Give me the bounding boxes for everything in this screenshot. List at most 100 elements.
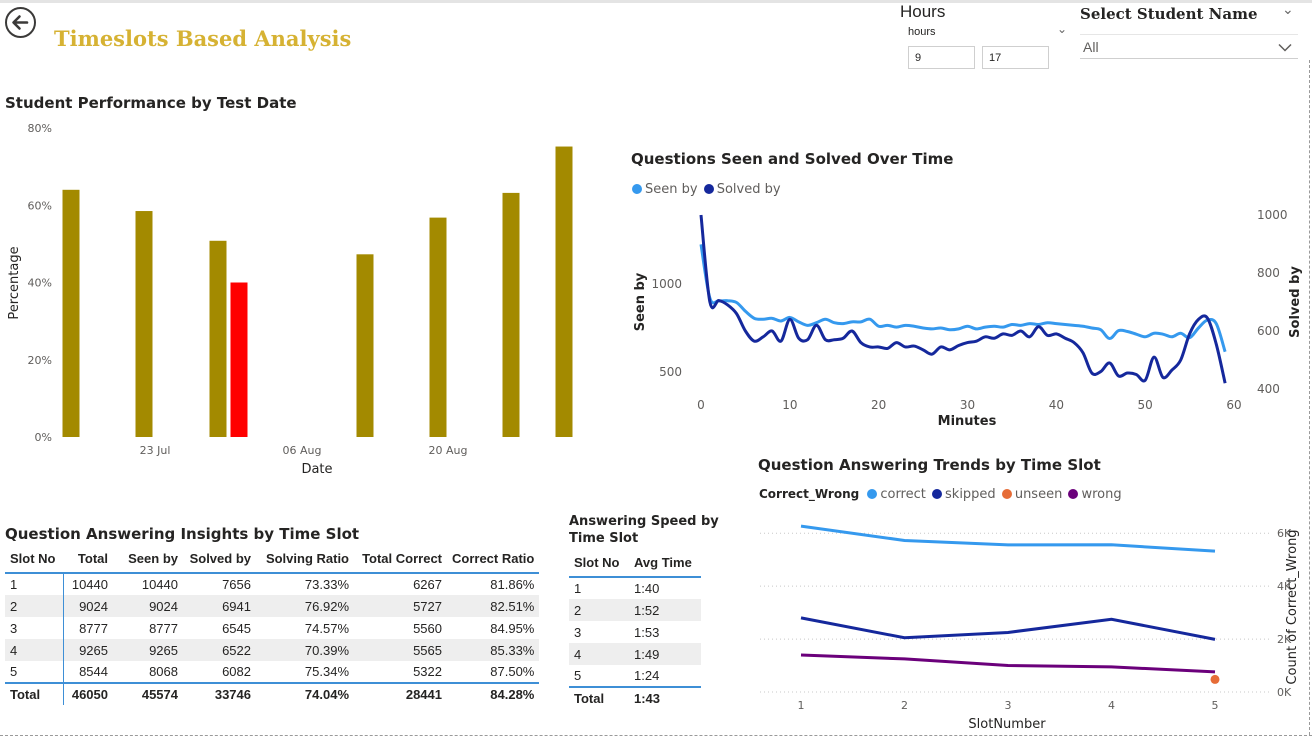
column-header[interactable]: Correct Ratio — [447, 545, 540, 574]
table-row[interactable]: 4 1:49 — [569, 643, 701, 665]
legend-item-seen[interactable]: Seen by — [632, 182, 698, 197]
left-tick-label: 1000 — [651, 277, 682, 291]
x-tick-label: 2 — [901, 699, 908, 712]
table-row[interactable]: 2 1:52 — [569, 599, 701, 621]
trend-legend: Correct_Wrong correct skipped unseen wro… — [759, 487, 1122, 502]
table-row[interactable]: 1 1:40 — [569, 577, 701, 599]
table-row[interactable]: 4 9265 9265 6522 70.39% 5565 85.33% — [5, 639, 540, 661]
legend-item-wrong[interactable]: wrong — [1066, 487, 1122, 502]
table-cell: 1:24 — [634, 668, 660, 683]
legend-item-correct[interactable]: correct — [863, 487, 926, 502]
table-cell: 1:40 — [634, 581, 660, 596]
series-line — [800, 653, 1216, 674]
table-cell: 10440 — [141, 577, 178, 592]
seen-solved-chart-title: Questions Seen and Solved Over Time — [631, 150, 954, 168]
x-axis-title: Date — [301, 462, 332, 477]
column-header[interactable]: Total Correct — [354, 545, 447, 574]
legend-item-solved[interactable]: Solved by — [702, 182, 781, 197]
right-frame-border — [1309, 60, 1310, 735]
bar — [62, 189, 80, 437]
table-row[interactable]: 1 10440 10440 7656 73.33% 6267 81.86% — [5, 573, 539, 595]
column-header[interactable]: Slot No — [5, 545, 63, 574]
table-cell: 1:49 — [629, 643, 701, 665]
x-tick-label: 4 — [1108, 699, 1115, 712]
x-tick-label: 06 Aug — [283, 444, 322, 457]
seen-solved-legend: Seen by Solved by — [632, 182, 781, 197]
bar — [429, 217, 447, 437]
table-cell: 9024 — [63, 595, 113, 617]
student-name-select[interactable]: All — [1080, 34, 1298, 59]
table-total-row: Total 1:43 — [569, 686, 701, 709]
table-cell: 8068 — [149, 664, 178, 679]
insights-table: Slot No Total Seen by Solved by Solving … — [5, 545, 540, 705]
table-cell: 1:52 — [629, 599, 701, 621]
left-tick-label: 500 — [659, 365, 682, 379]
x-tick-label: 20 — [871, 398, 886, 412]
right-axis-title: Solved by — [1288, 266, 1303, 338]
performance-bar-chart: 0% 20% 40% 60% 80% 23 Jul 06 Aug 20 Aug Date Perc… — [7, 122, 573, 477]
column-header[interactable]: Slot No — [569, 549, 629, 578]
table-cell: 8777 — [149, 620, 178, 636]
table-cell: 82.51% — [447, 595, 540, 617]
table-row[interactable]: 5 1:24 — [569, 665, 701, 687]
back-arrow-icon[interactable] — [5, 7, 36, 38]
y-tick-label: 0% — [35, 431, 52, 444]
table-cell: 6941 — [183, 595, 256, 617]
hours-min-input[interactable]: 9 — [908, 46, 975, 69]
table-cell: 5727 — [354, 595, 447, 617]
right-tick-label: 600 — [1257, 324, 1280, 338]
y-tick-label: 60% — [28, 199, 52, 212]
table-row[interactable]: 2 9024 9024 6941 76.92% 5727 82.51% — [5, 595, 540, 617]
table-row[interactable]: 3 8777 8777 6545 74.57% 5560 84.95% — [5, 617, 539, 639]
table-cell: 73.33% — [304, 577, 349, 592]
speed-table-container: Slot No Avg Time 1 1:40 2 1:52 3 1:53 4 1:49… — [569, 549, 701, 709]
table-cell: 2 — [5, 595, 64, 617]
hours-max-input[interactable]: 17 — [982, 46, 1049, 69]
x-tick-label: 1 — [798, 699, 805, 712]
column-header[interactable]: Avg Time — [629, 549, 701, 578]
table-row[interactable]: 5 8544 8068 6082 75.34% 5322 87.50% — [5, 661, 539, 683]
insights-table-container: Slot No Total Seen by Solved by Solving … — [5, 545, 540, 705]
chevron-down-icon[interactable]: ⌄ — [1057, 22, 1067, 36]
x-axis-title: SlotNumber — [968, 717, 1046, 732]
x-tick-label: 20 Aug — [429, 444, 468, 457]
table-cell: 5322 — [413, 664, 442, 679]
table-cell: 84.95% — [490, 620, 535, 636]
x-tick-label: 40 — [1049, 398, 1064, 412]
student-filter-title: Select Student Name — [1080, 5, 1258, 23]
legend-item-skipped[interactable]: skipped — [930, 487, 996, 502]
column-header[interactable]: Solving Ratio — [256, 545, 354, 574]
column-header[interactable]: Solved by — [183, 545, 256, 574]
table-cell: 85.33% — [447, 639, 540, 661]
y-axis-title: Percentage — [7, 246, 22, 319]
trend-chart-title: Question Answering Trends by Time Slot — [758, 456, 1101, 474]
bar — [209, 240, 227, 437]
right-tick-label: 1000 — [1257, 208, 1288, 222]
table-cell: 75.34% — [304, 664, 349, 679]
x-tick-label: 30 — [960, 398, 975, 412]
table-cell: 70.39% — [256, 639, 354, 661]
table-cell: 81.86% — [490, 577, 535, 592]
chevron-down-icon[interactable]: ⌄ — [1282, 2, 1294, 18]
series-line — [699, 214, 1227, 384]
bar — [502, 192, 520, 437]
x-tick-label: 0 — [697, 398, 705, 412]
table-cell: 74.57% — [304, 620, 349, 636]
performance-chart-title: Student Performance by Test Date — [5, 94, 297, 112]
table-cell: 1:43 — [629, 686, 701, 709]
x-axis-title: Minutes — [938, 414, 997, 429]
y-tick-label: 20% — [28, 354, 52, 367]
legend-item-unseen[interactable]: unseen — [1000, 487, 1062, 502]
table-row[interactable]: 3 1:53 — [569, 621, 701, 643]
table-cell: 7656 — [222, 577, 251, 592]
table-cell: 3 — [574, 624, 582, 640]
table-cell: Total — [569, 686, 629, 709]
page-title: Timeslots Based Analysis — [54, 26, 352, 51]
trend-line-chart: 0K2K4K6K1 2 3 4 5SlotNumberCount of Correct_… — [760, 524, 1300, 732]
right-tick-label: 800 — [1257, 266, 1280, 280]
column-header[interactable]: Total — [63, 545, 113, 574]
bar — [230, 282, 248, 437]
column-header[interactable]: Seen by — [113, 545, 183, 574]
y-tick-label: 40% — [28, 277, 52, 290]
speed-table: Slot No Avg Time 1 1:40 2 1:52 3 1:53 4 1:49… — [569, 549, 701, 709]
